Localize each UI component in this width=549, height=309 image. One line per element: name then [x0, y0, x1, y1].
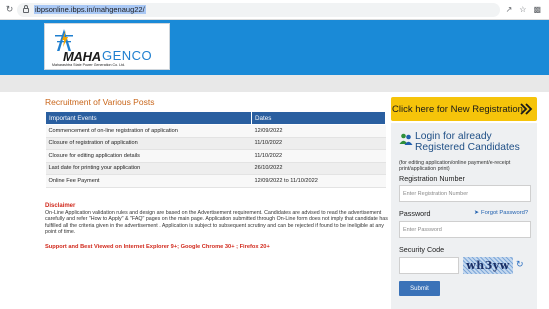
refresh-captcha-icon[interactable]: ↻	[516, 259, 524, 270]
date-cell: 12/09/2022	[251, 124, 386, 138]
security-code-label: Security Code	[399, 245, 445, 254]
forgot-password-label: Forgot Password?	[481, 210, 529, 216]
disclaimer-text: On-Line Application validation rules and…	[45, 210, 388, 235]
url-text[interactable]: ibpsonline.ibps.in/mahgenaug22/	[34, 5, 146, 14]
bookmark-star-icon[interactable]: ☆	[519, 5, 526, 14]
logo-subtitle: Maharashtra State Power Generation Co. L…	[52, 63, 126, 67]
captcha-image: wh3yw	[463, 257, 513, 274]
disclaimer-heading: Disclaimer	[45, 203, 76, 209]
event-cell: Commencement of on-line registration of …	[45, 124, 252, 138]
date-cell: 12/09/2022 to 11/10/2022	[251, 174, 386, 188]
logo-text-maha: MAHA	[63, 49, 101, 64]
event-cell: Closure for editing application details	[45, 149, 252, 163]
lock-icon	[23, 5, 29, 13]
date-cell: 11/10/2022	[251, 137, 386, 150]
table-header-row: Important Events Dates	[45, 111, 386, 125]
page-title: Recruitment of Various Posts	[45, 97, 155, 107]
submit-button[interactable]: Submit	[399, 281, 440, 296]
nav-strip	[0, 75, 549, 92]
important-events-table: Important Events Dates Commencement of o…	[45, 111, 386, 188]
password-input[interactable]	[399, 221, 531, 238]
registration-number-input[interactable]	[399, 185, 531, 202]
logo-text-genco: GENCO	[102, 48, 153, 63]
share-icon[interactable]: ↗	[506, 5, 513, 14]
column-header-events: Important Events	[45, 111, 252, 125]
browser-support-note: Support and Best Viewed on Internet Expl…	[45, 244, 270, 250]
event-cell: Closure of registration of application	[45, 137, 252, 150]
new-registration-button[interactable]: Click here for New Registration	[391, 97, 537, 121]
site-banner: MAHA GENCO Maharashtra State Power Gener…	[0, 20, 549, 75]
forgot-password-link[interactable]: ➤ Forgot Password?	[474, 209, 528, 216]
table-row: Online Fee Payment 12/09/2022 to 11/10/2…	[45, 174, 386, 188]
table-row: Closure for editing application details …	[45, 149, 386, 163]
registration-number-label: Registration Number	[399, 174, 465, 183]
event-cell: Last date for printing your application	[45, 162, 252, 175]
event-cell: Online Fee Payment	[45, 174, 252, 188]
login-title: Login for already Registered Candidates	[415, 131, 520, 154]
date-cell: 26/10/2022	[251, 162, 386, 175]
new-registration-label: Click here for New Registration	[392, 103, 523, 115]
double-chevron-right-icon	[520, 103, 533, 115]
address-bar[interactable]: ibpsonline.ibps.in/mahgenaug22/	[17, 2, 500, 17]
table-row: Closure of registration of application 1…	[45, 137, 386, 150]
arrow-circle-icon: ➤	[474, 210, 480, 216]
extensions-icon[interactable]: ▩	[533, 5, 541, 14]
browser-toolbar: ↻ ibpsonline.ibps.in/mahgenaug22/ ↗ ☆ ▩	[0, 0, 549, 20]
security-code-input[interactable]	[399, 257, 459, 274]
users-icon	[399, 133, 413, 145]
table-row: Last date for printing your application …	[45, 162, 386, 175]
date-cell: 11/10/2022	[251, 149, 386, 163]
column-header-dates: Dates	[251, 111, 386, 125]
login-panel: Login for already Registered Candidates …	[391, 123, 537, 309]
table-row: Commencement of on-line registration of …	[45, 124, 386, 138]
mahagenco-logo[interactable]: MAHA GENCO Maharashtra State Power Gener…	[44, 23, 170, 70]
login-note: (for editing application/online payment/…	[399, 160, 511, 173]
reload-icon[interactable]: ↻	[4, 4, 15, 15]
password-label: Password	[399, 209, 431, 218]
